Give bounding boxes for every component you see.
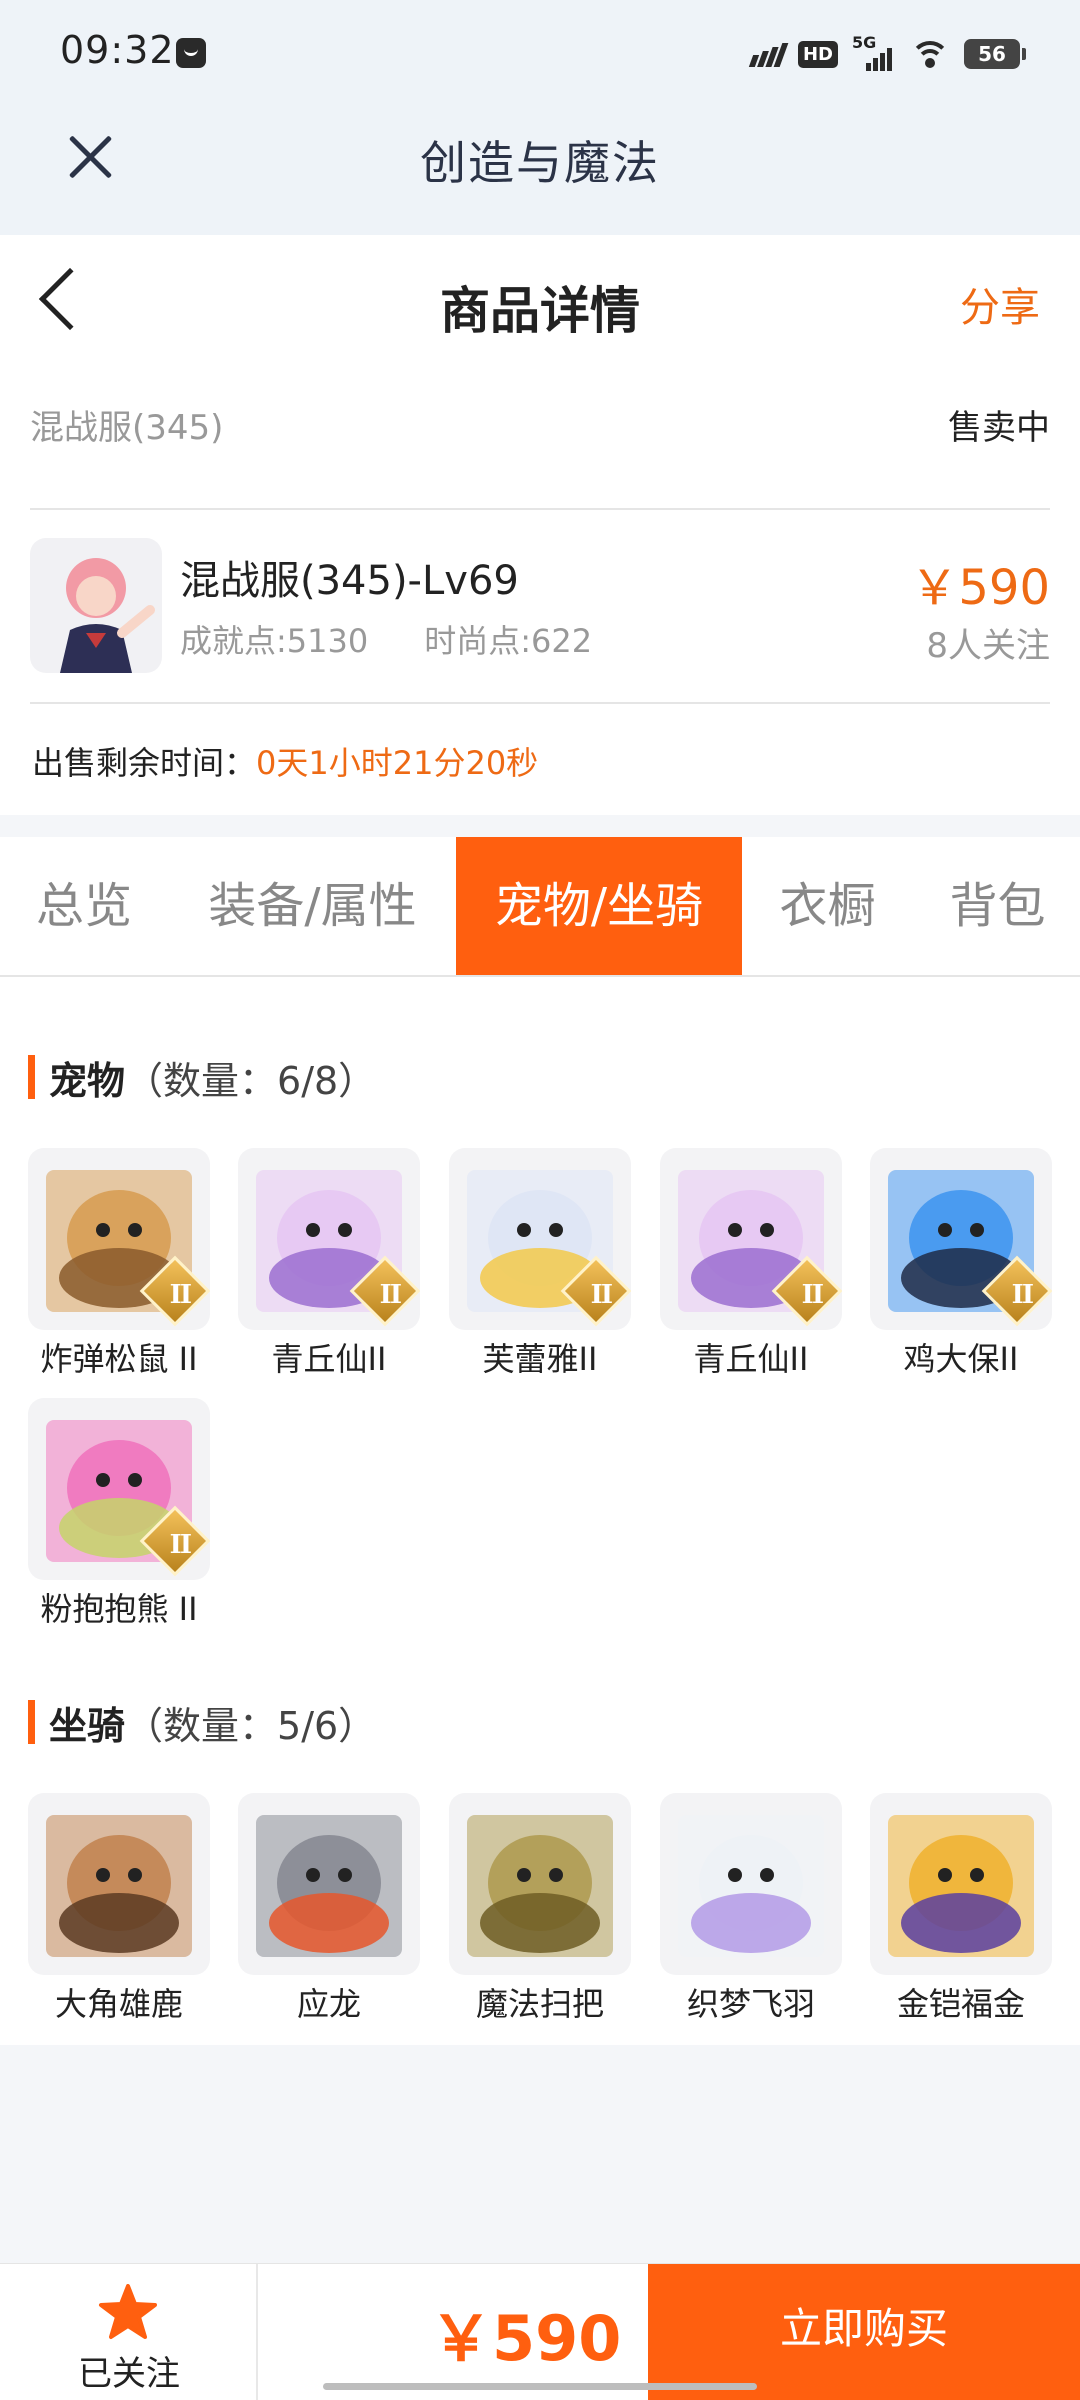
page-title: 商品详情: [440, 282, 640, 340]
rank-badge-text: II: [169, 1280, 192, 1310]
section-gap: [0, 815, 1080, 837]
bottom-action-bar: 已关注 ￥590 立即购买: [0, 2263, 1080, 2400]
grid-item[interactable]: II 鸡大保II: [870, 1148, 1052, 1380]
divider: [30, 702, 1050, 704]
follow-button[interactable]: 已关注: [0, 2264, 258, 2400]
wifi-icon: [910, 39, 950, 69]
grid-item[interactable]: 应龙: [238, 1793, 420, 2025]
pets-section-title: 宠物 （数量：6/8）: [28, 1052, 377, 1103]
notification-icon: [176, 38, 206, 68]
sale-status: 售卖中: [948, 408, 1050, 448]
item-thumbnail: [28, 1793, 210, 1975]
grid-item[interactable]: II 芙蕾雅II: [449, 1148, 631, 1380]
star-icon: [99, 2284, 157, 2339]
status-bar: 09:32 HD 5G 56: [0, 0, 1080, 105]
item-thumbnail: II: [660, 1148, 842, 1330]
grid-item[interactable]: II 炸弹松鼠 II: [28, 1148, 210, 1380]
item-thumbnail: [870, 1793, 1052, 1975]
product-stats: 成就点:5130 时尚点:622: [180, 616, 592, 662]
product-name: 混战服(345)-Lv69: [180, 558, 519, 604]
share-button[interactable]: 分享: [960, 275, 1040, 333]
character-avatar: [30, 538, 162, 673]
section-accent-bar: [28, 1055, 35, 1099]
server-name: 混战服(345): [30, 408, 224, 448]
rank-badge-text: II: [169, 1530, 192, 1560]
detail-tabs: 总览 装备/属性 宠物/坐骑 衣橱 背包: [0, 837, 1080, 977]
mounts-section-title: 坐骑 （数量：5/6）: [28, 1697, 377, 1748]
section-count: （数量：6/8）: [125, 1058, 377, 1103]
item-label: 金铠福金: [896, 1985, 1025, 2023]
item-label: 芙蕾雅II: [482, 1340, 598, 1378]
item-thumbnail: II: [238, 1148, 420, 1330]
time-remaining-label: 出售剩余时间：: [32, 744, 257, 782]
status-icons: HD 5G 56: [748, 33, 1026, 74]
item-thumbnail: II: [870, 1148, 1052, 1330]
status-time: 09:32: [60, 28, 175, 72]
item-thumbnail: II: [28, 1398, 210, 1580]
product-price: ￥590: [910, 560, 1050, 616]
tab-overview[interactable]: 总览: [0, 837, 168, 975]
item-label: 粉抱抱熊 II: [40, 1590, 198, 1628]
item-thumbnail: [238, 1793, 420, 1975]
item-label: 大角雄鹿: [54, 1985, 183, 2023]
app-header: 创造与魔法: [0, 105, 1080, 235]
home-indicator: [323, 2383, 757, 2390]
grid-item[interactable]: 魔法扫把: [449, 1793, 631, 2025]
battery-icon: 56: [964, 39, 1026, 69]
item-thumbnail: II: [449, 1148, 631, 1330]
follower-count: 8人关注: [926, 626, 1050, 666]
section-heading: 坐骑: [49, 1703, 126, 1748]
achievement-points: 成就点:5130: [180, 622, 369, 660]
fashion-points: 时尚点:622: [424, 622, 593, 660]
nav-bar: 商品详情 分享: [0, 235, 1080, 370]
item-label: 织梦飞羽: [686, 1985, 815, 2023]
rank-badge-text: II: [801, 1280, 824, 1310]
time-remaining-value: 0天1小时21分20秒: [256, 744, 539, 782]
section-heading: 宠物: [49, 1058, 126, 1103]
grid-item[interactable]: II 青丘仙II: [238, 1148, 420, 1380]
buy-now-button[interactable]: 立即购买: [648, 2264, 1080, 2400]
tab-wardrobe[interactable]: 衣橱: [760, 837, 895, 975]
rank-badge-text: II: [379, 1280, 402, 1310]
grid-item[interactable]: 大角雄鹿: [28, 1793, 210, 2025]
section-accent-bar: [28, 1700, 35, 1744]
grid-item[interactable]: II 青丘仙II: [660, 1148, 842, 1380]
grid-item[interactable]: 金铠福金: [870, 1793, 1052, 2025]
divider: [30, 508, 1050, 510]
tab-backpack[interactable]: 背包: [925, 837, 1070, 975]
bottom-price: ￥590: [430, 2302, 622, 2375]
follow-label: 已关注: [78, 2354, 180, 2394]
item-label: 青丘仙II: [693, 1340, 809, 1378]
grid-item[interactable]: II 粉抱抱熊 II: [28, 1398, 210, 1630]
app-title: 创造与魔法: [420, 136, 660, 190]
section-count: （数量：5/6）: [125, 1703, 377, 1748]
item-thumbnail: [449, 1793, 631, 1975]
item-label: 魔法扫把: [475, 1985, 604, 2023]
item-label: 青丘仙II: [271, 1340, 387, 1378]
product-summary: 混战服(345)-Lv69 成就点:5130 时尚点:622 ￥590 8人关注: [30, 538, 1050, 673]
item-thumbnail: [660, 1793, 842, 1975]
signal-icon: [748, 41, 789, 67]
rank-badge-text: II: [590, 1280, 613, 1310]
server-row: 混战服(345) 售卖中: [30, 400, 1050, 450]
item-label: 应龙: [296, 1985, 361, 2023]
rank-badge-text: II: [1011, 1280, 1034, 1310]
product-detail-sheet: 商品详情 分享 混战服(345) 售卖中 混战服(345)-Lv69 成就点:5…: [0, 235, 1080, 2045]
5g-signal-icon: 5G: [852, 33, 896, 71]
tab-pets-mounts[interactable]: 宠物/坐骑: [456, 837, 742, 975]
grid-item[interactable]: 织梦飞羽: [660, 1793, 842, 2025]
item-label: 鸡大保II: [903, 1340, 1019, 1378]
item-thumbnail: II: [28, 1148, 210, 1330]
tab-equipment[interactable]: 装备/属性: [190, 837, 435, 975]
sale-time-row: 出售剩余时间：0天1小时21分20秒: [32, 738, 538, 784]
hd-badge: HD: [797, 40, 838, 68]
item-label: 炸弹松鼠 II: [40, 1340, 198, 1378]
